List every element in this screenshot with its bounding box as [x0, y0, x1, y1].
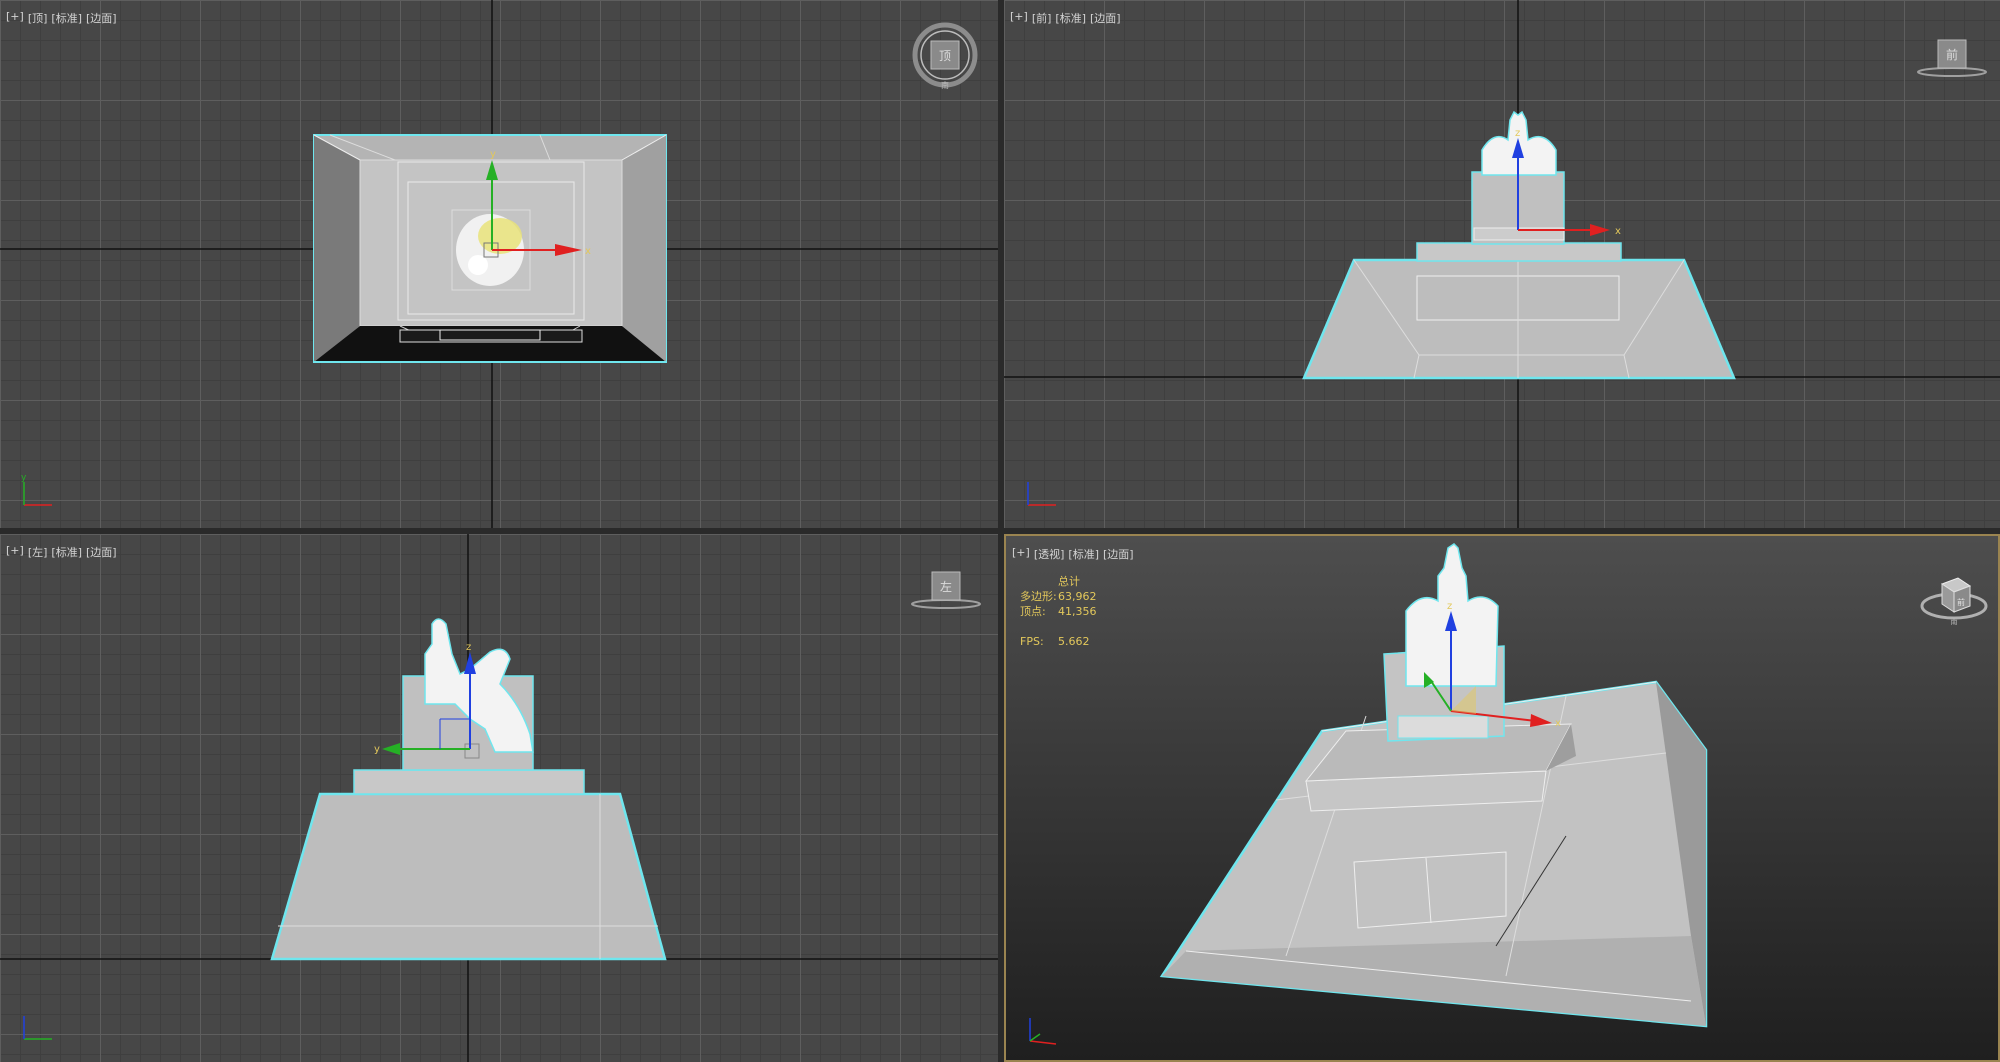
viewport-display-mode-menu[interactable]: [边面]	[86, 544, 117, 560]
viewport-top[interactable]: y x y [+] [顶] [标准] [边面] 顶 南	[0, 0, 998, 528]
stats-verts-row: 顶点: 41,356	[1020, 604, 1097, 619]
viewport-plus-menu[interactable]: [+]	[6, 10, 24, 26]
axis-tripod-front	[1027, 482, 1056, 506]
viewport-display-mode-menu[interactable]: [边面]	[1090, 10, 1121, 26]
stats-polys-label: 多边形:	[1020, 590, 1057, 603]
stats-verts-label: 顶点:	[1020, 605, 1046, 618]
viewport-perspective[interactable]: x z [+] [透视] [标准] [边面] 总计 多边形: 63,962 顶点…	[1004, 534, 2000, 1062]
stats-fps-row: FPS: 5.662	[1020, 634, 1097, 649]
viewport-menu-front: [+] [前] [标准] [边面]	[1010, 10, 1121, 26]
viewcube-top[interactable]: 顶 南	[910, 20, 980, 90]
axis-tripod-top: y	[21, 473, 52, 506]
compass-south-label: 南	[941, 80, 949, 90]
top-view-scene: y x y	[0, 0, 998, 528]
viewport-point-of-view-menu[interactable]: [左]	[28, 544, 48, 560]
compass-south-label: 南	[1951, 617, 1958, 626]
perspective-view-scene: x z	[1029, 543, 1708, 1045]
gizmo-z-label: z	[466, 642, 471, 653]
viewport-point-of-view-menu[interactable]: [前]	[1032, 10, 1052, 26]
gizmo-z-label: z	[1515, 128, 1520, 139]
viewport-shading-menu[interactable]: [标准]	[1055, 10, 1086, 26]
scene-statistics: 总计 多边形: 63,962 顶点: 41,356 FPS: 5.662	[1020, 574, 1097, 649]
stats-total-label: 总计	[1058, 575, 1080, 588]
gizmo-z-label: z	[1447, 601, 1452, 612]
stats-header-row: 总计	[1020, 574, 1097, 589]
viewcube-face-label: 前	[1957, 597, 1965, 607]
viewport-display-mode-menu[interactable]: [边面]	[1103, 546, 1134, 562]
stats-fps-value: 5.662	[1058, 635, 1090, 648]
viewcube-left[interactable]: 左	[908, 566, 984, 616]
stats-polys-row: 多边形: 63,962	[1020, 589, 1097, 604]
viewcube-front[interactable]: 前	[1914, 34, 1990, 84]
viewport-left[interactable]: y z [+] [左] [标准] [边面] 左	[0, 534, 998, 1062]
stats-verts-value: 41,356	[1058, 605, 1097, 618]
gizmo-y-label: y	[374, 744, 380, 755]
viewport-shading-menu[interactable]: [标准]	[51, 544, 82, 560]
gizmo-x-label: x	[1615, 226, 1621, 237]
gizmo-x-label: x	[585, 246, 591, 257]
axis-tripod-perspective	[1029, 1018, 1057, 1045]
viewcube-face-label: 前	[1946, 47, 1958, 62]
viewcube-face-label: 顶	[939, 49, 951, 63]
viewport-menu-perspective: [+] [透视] [标准] [边面]	[1012, 546, 1134, 562]
stats-polys-value: 63,962	[1058, 590, 1097, 603]
left-view-scene: y z	[0, 534, 998, 1062]
viewport-plus-menu[interactable]: [+]	[1012, 546, 1030, 562]
viewport-plus-menu[interactable]: [+]	[6, 544, 24, 560]
axis-tripod-left	[23, 1016, 52, 1040]
viewport-menu-top: [+] [顶] [标准] [边面]	[6, 10, 117, 26]
svg-text:y: y	[21, 473, 27, 483]
viewport-point-of-view-menu[interactable]: [透视]	[1034, 546, 1065, 562]
stats-fps-label: FPS:	[1020, 635, 1044, 648]
viewcube-perspective[interactable]: 前 南	[1914, 566, 1994, 626]
gizmo-x-label: x	[1555, 718, 1561, 729]
viewport-display-mode-menu[interactable]: [边面]	[86, 10, 117, 26]
front-view-scene: x z	[1004, 0, 2000, 528]
viewcube-face-label: 左	[940, 579, 952, 594]
gizmo-y-label: y	[490, 149, 496, 160]
viewport-point-of-view-menu[interactable]: [顶]	[28, 10, 48, 26]
viewport-shading-menu[interactable]: [标准]	[51, 10, 82, 26]
viewport-shading-menu[interactable]: [标准]	[1068, 546, 1099, 562]
viewport-menu-left: [+] [左] [标准] [边面]	[6, 544, 117, 560]
viewport-plus-menu[interactable]: [+]	[1010, 10, 1028, 26]
viewport-front[interactable]: x z [+] [前] [标准] [边面] 前	[1004, 0, 2000, 528]
pedestal-perspective-model	[1159, 543, 1708, 1028]
